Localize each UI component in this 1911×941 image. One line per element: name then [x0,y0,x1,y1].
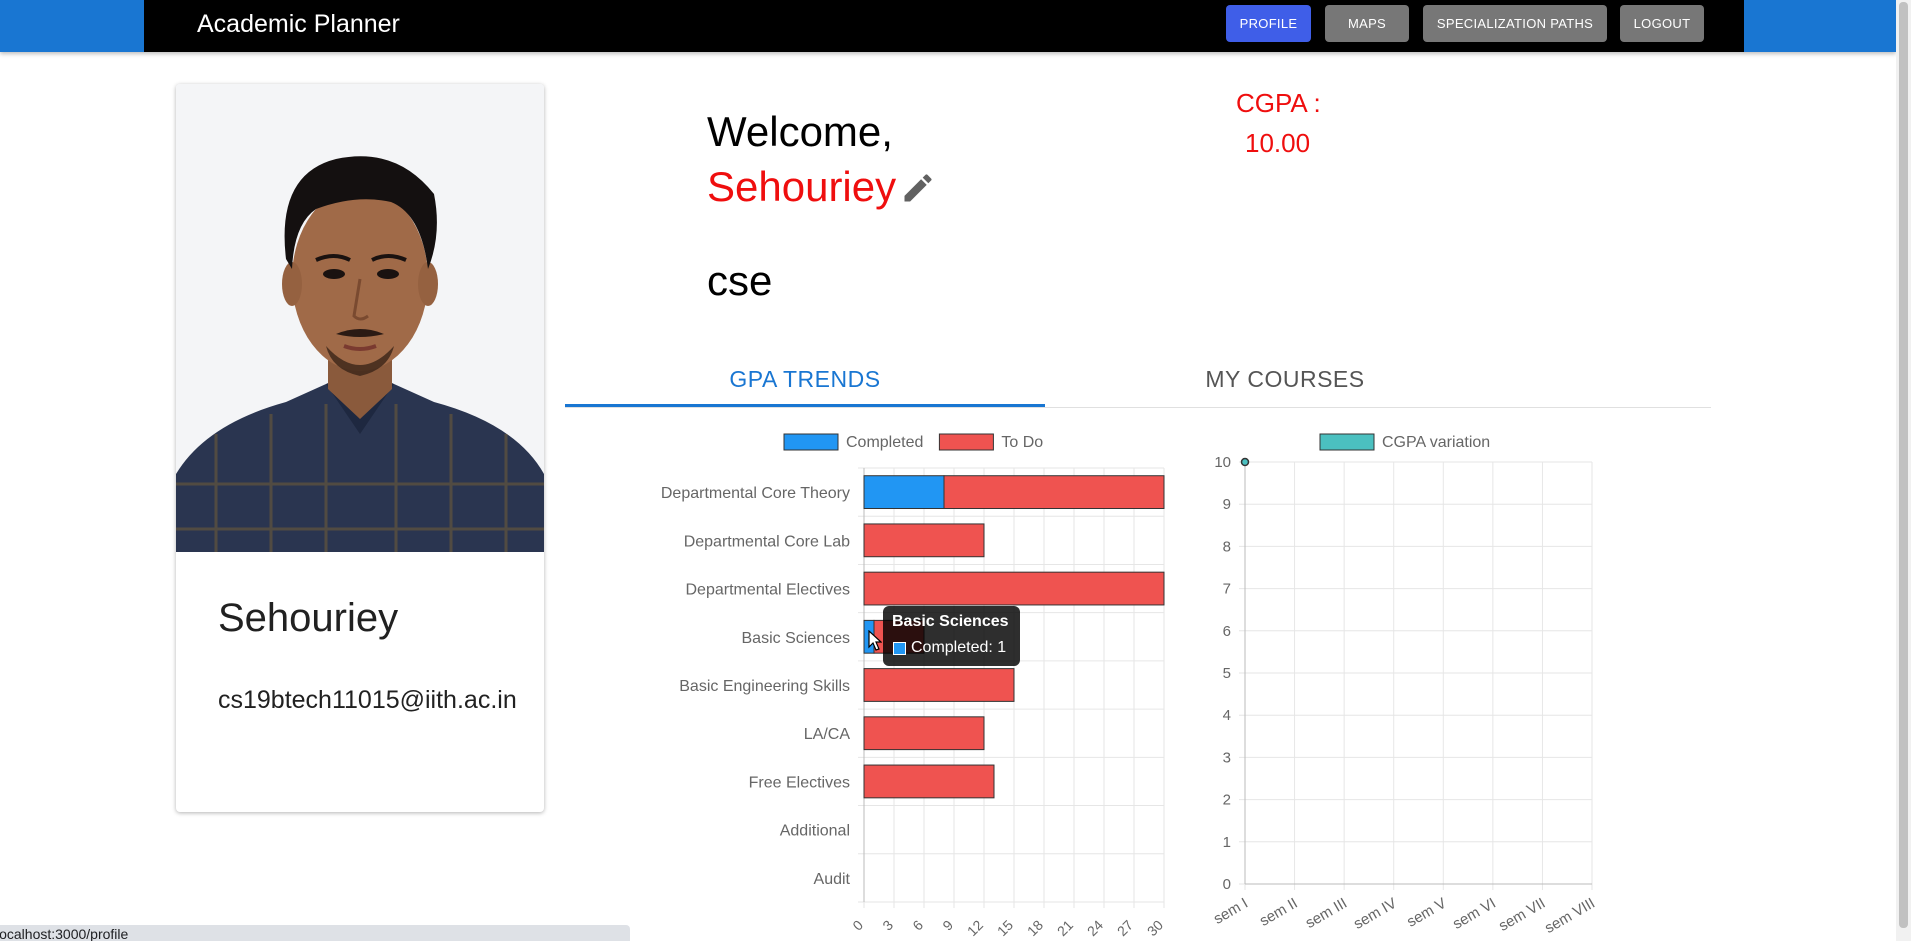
tab-indicator [565,404,1045,407]
y-tick-label: Basic Sciences [742,630,851,647]
x-tick-label: sem IV [1351,895,1400,933]
bar-to-do [863,764,995,799]
x-tick-label: 27 [1114,917,1136,939]
legend-label-to-do: To Do [1001,434,1043,451]
legend-swatch-cgpa-variation [1319,433,1375,451]
tooltip-body: Completed: 1 [911,639,1007,656]
x-tick-label: 6 [909,917,926,934]
x-tick-label: sem V [1404,895,1449,931]
y-tick-label: LA/CA [804,726,851,743]
y-tick-label: 10 [1214,454,1231,471]
status-bar-url: localhost:3000/profile [0,925,630,941]
toolbar: Academic Planner PROFILE MAPS SPECIALIZA… [144,0,1744,52]
maps-nav-button[interactable]: MAPS [1325,5,1409,42]
welcome-greeting: Welcome, [707,108,893,155]
profile-name: Sehouriey [218,596,399,640]
welcome-username: Sehouriey [707,163,897,210]
x-tick-label: sem III [1303,895,1350,932]
y-tick-label: 4 [1223,707,1231,724]
legend-swatch-to-do [938,433,994,451]
tab-gpa-trends[interactable]: GPA TRENDS [565,350,1045,408]
x-tick-label: 0 [849,917,866,934]
x-tick-label: 21 [1054,917,1076,939]
pencil-icon[interactable] [900,170,936,206]
bar-to-do [863,571,1165,606]
bar-to-do [863,523,985,558]
profile-card: Sehouriey cs19btech11015@iith.ac.in [176,84,544,812]
data-point [1240,457,1250,467]
app-title: Academic Planner [197,10,400,38]
y-tick-label: 3 [1223,749,1231,766]
y-tick-label: 0 [1223,876,1231,893]
x-tick-label: 18 [1024,917,1046,939]
bar-to-do [863,716,985,751]
cgpa-line-chart: CGPA variation012345678910sem Isem II sem… [1211,433,1598,937]
bar-to-do [863,668,1015,702]
x-tick-label: 12 [964,917,986,939]
y-tick-label: Departmental Core Theory [661,485,850,502]
cgpa-label: CGPA : [1236,88,1321,118]
y-tick-label: Audit [814,871,851,888]
chart-tooltip: Basic Sciences Completed: 1 [883,606,1020,666]
page: Academic Planner PROFILE MAPS SPECIALIZA… [0,0,1911,941]
y-tick-label: 1 [1223,834,1231,851]
logout-button[interactable]: LOGOUT [1620,5,1704,42]
y-tick-label: 6 [1223,623,1231,640]
tab-my-courses[interactable]: MY COURSES [1045,350,1525,408]
y-tick-label: 5 [1223,665,1231,682]
tooltip-swatch [893,642,906,655]
cgpa-value: 10.00 [1245,128,1311,158]
bar-completed [863,475,945,510]
legend-swatch-completed [783,433,839,451]
scrollbar-thumb[interactable] [1899,2,1908,928]
bar-to-do [943,475,1165,510]
y-tick-label: Departmental Core Lab [684,533,850,550]
legend-label-cgpa-variation: CGPA variation [1382,434,1490,451]
profile-email: cs19btech11015@iith.ac.in [218,686,517,714]
y-tick-label: Basic Engineering Skills [679,678,850,695]
x-tick-label: 15 [994,917,1016,939]
x-tick-label: 9 [939,917,956,934]
tab-bar: GPA TRENDS MY COURSES [565,350,1711,408]
y-tick-label: Free Electives [749,774,850,791]
x-tick-label: sem VIII [1542,895,1598,937]
y-tick-label: 8 [1223,538,1231,555]
x-tick-label: sem I [1211,895,1251,928]
x-tick-label: sem VI [1450,895,1499,933]
y-tick-label: Departmental Electives [685,582,850,599]
y-tick-label: 2 [1223,792,1231,809]
x-tick-label: 30 [1144,917,1166,939]
x-tick-label: sem II [1257,895,1301,930]
specialization-paths-nav-button[interactable]: SPECIALIZATION PATHS [1423,5,1607,42]
y-tick-label: 9 [1223,496,1231,513]
x-tick-label: 3 [879,917,896,934]
tooltip-title: Basic Sciences [892,613,1009,630]
mouse-cursor-icon [868,629,883,652]
y-tick-label: 7 [1223,581,1231,598]
x-tick-label: sem VII [1496,895,1549,935]
profile-nav-button[interactable]: PROFILE [1226,5,1311,42]
y-tick-label: Additional [780,823,850,840]
legend-label-completed: Completed [846,434,923,451]
avatar-photo [176,84,544,552]
branch-label: cse [707,257,773,304]
credits-bar-chart: Completed To Do 0 3 6 9 12 15 18 21 24 27 30 Departme… [661,433,1166,939]
x-tick-label: 24 [1084,917,1106,939]
